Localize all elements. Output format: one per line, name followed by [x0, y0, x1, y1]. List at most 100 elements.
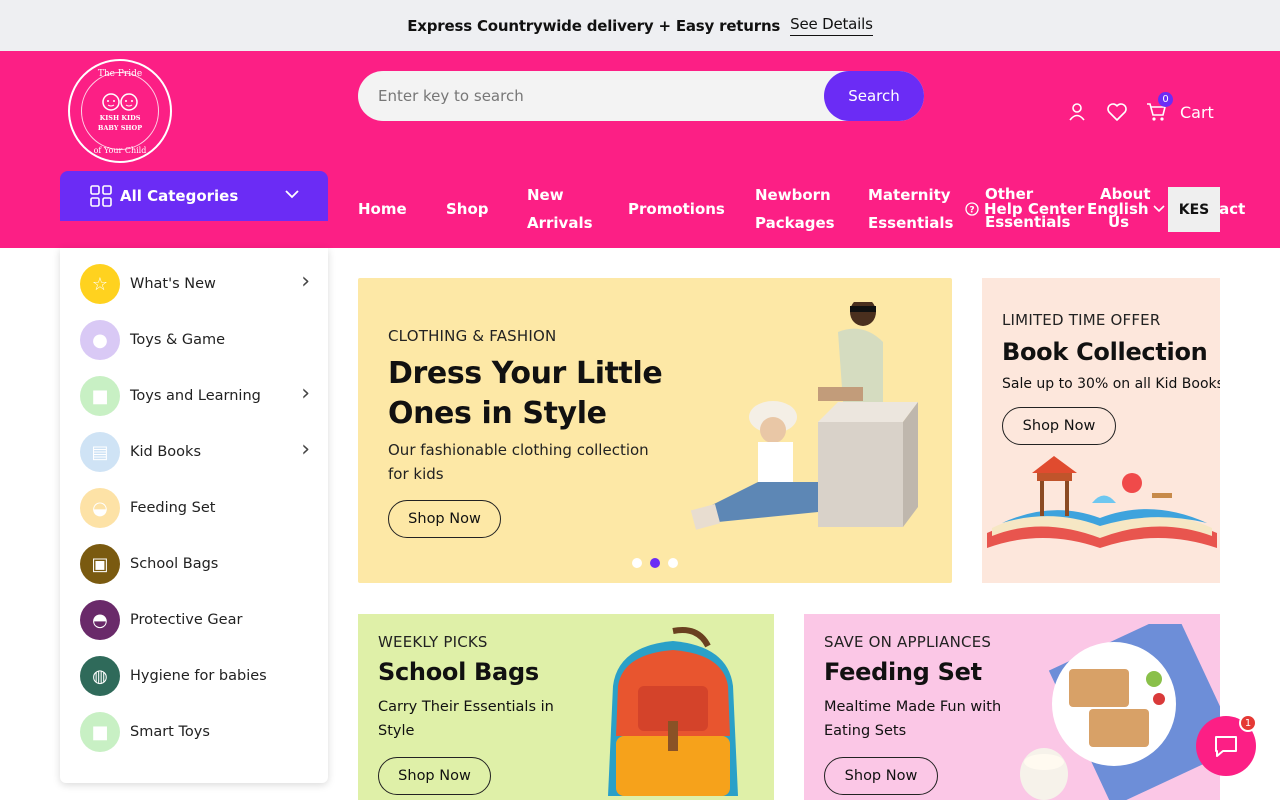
category-item[interactable]: ● Toys & Game [60, 312, 328, 368]
blocks-icon: ■ [80, 712, 120, 752]
nav-maternity-line-2: Essentials [868, 214, 954, 232]
cart-count-badge: 0 [1158, 92, 1173, 107]
chevron-down-icon [1152, 205, 1165, 213]
chat-unread-badge: 1 [1239, 714, 1257, 732]
blocks-icon: ■ [80, 376, 120, 416]
nav-newborn-line-1: Newborn [755, 186, 831, 204]
category-item[interactable]: ☆ What's New › [60, 256, 328, 312]
bath-icon: ◍ [80, 656, 120, 696]
store-logo[interactable]: The Pride KISH KIDS BABY SHOP of Your Ch… [68, 59, 172, 163]
category-item[interactable]: ◓ Protective Gear [60, 592, 328, 648]
grid-icon [90, 185, 112, 207]
bags-eyebrow: WEEKLY PICKS [378, 633, 488, 651]
feeding-desc-line-2: Eating Sets [824, 723, 907, 739]
baby-faces-icon [102, 93, 138, 111]
feeding-title: Feeding Set [824, 658, 982, 686]
slider-dot[interactable] [650, 558, 660, 568]
school-bags-banner[interactable]: WEEKLY PICKS School Bags Carry Their Ess… [358, 614, 774, 800]
category-label: Hygiene for babies [130, 668, 267, 684]
category-item[interactable]: ◍ Hygiene for babies [60, 648, 328, 704]
hero-desc-line-2: for kids [388, 465, 444, 483]
category-sidebar: ☆ What's New › ● Toys & Game ■ Toys and Learni… [60, 248, 328, 783]
search-button[interactable]: Search [824, 71, 924, 121]
wishlist-heart-icon[interactable] [1106, 101, 1128, 123]
chevron-right-icon: › [301, 381, 310, 406]
see-details-link[interactable]: See Details [790, 15, 873, 36]
slider-dot[interactable] [668, 558, 678, 568]
bags-title: School Bags [378, 658, 539, 686]
helmet-icon: ◓ [80, 600, 120, 640]
book-icon: ▤ [80, 432, 120, 472]
nav-new-arrivals-line-1: New [527, 186, 564, 204]
site-header: The Pride KISH KIDS BABY SHOP of Your Ch… [0, 51, 1280, 248]
chevron-right-icon: › [301, 437, 310, 462]
hero-title-line-1: Dress Your Little [388, 356, 663, 391]
category-label: School Bags [130, 556, 219, 572]
header-actions: 0 Cart [1066, 92, 1214, 127]
books-eyebrow: LIMITED TIME OFFER [1002, 311, 1161, 329]
hero-eyebrow: CLOTHING & FASHION [388, 327, 557, 345]
logo-brand-line-1: KISH KIDS [99, 114, 141, 122]
nav-promotions[interactable]: Promotions [628, 195, 725, 223]
star-icon: ☆ [80, 264, 120, 304]
bags-desc-line-1: Carry Their Essentials in [378, 699, 554, 715]
books-shop-now-button[interactable]: Shop Now [1002, 407, 1116, 445]
logo-brand-line-2: BABY SHOP [97, 124, 143, 132]
category-label: Toys and Learning [130, 388, 261, 404]
hero-description: Our fashionable clothing collection for … [388, 438, 649, 486]
chevron-down-icon [285, 190, 299, 199]
nav-home[interactable]: Home [358, 195, 407, 223]
feeding-set-banner[interactable]: SAVE ON APPLIANCES Feeding Set Mealtime … [804, 614, 1220, 800]
bags-desc-line-2: Style [378, 723, 415, 739]
language-selector[interactable]: English [1087, 195, 1166, 223]
feeding-eyebrow: SAVE ON APPLIANCES [824, 633, 992, 651]
category-label: Protective Gear [130, 612, 243, 628]
feeding-desc-line-1: Mealtime Made Fun with [824, 699, 1002, 715]
category-label: Smart Toys [130, 724, 210, 740]
backpack-icon: ▣ [80, 544, 120, 584]
category-item[interactable]: ■ Toys and Learning › [60, 368, 328, 424]
toy-icon: ● [80, 320, 120, 360]
all-categories-label: All Categories [120, 187, 239, 205]
nav-new-arrivals[interactable]: New Arrivals [527, 181, 593, 237]
category-item[interactable]: ◒ Feeding Set [60, 480, 328, 536]
nav-help-center[interactable]: ? Help Center [965, 195, 1084, 223]
announcement-bar: Express Countrywide delivery + Easy retu… [0, 0, 1280, 51]
bags-description: Carry Their Essentials in Style [378, 695, 554, 743]
nav-newborn-packages[interactable]: Newborn Packages [755, 181, 835, 237]
nav-maternity-line-1: Maternity [868, 186, 951, 204]
hero-shop-now-button[interactable]: Shop Now [388, 500, 501, 538]
slider-dot[interactable] [632, 558, 642, 568]
book-collection-banner[interactable]: LIMITED TIME OFFER Book Collection Sale … [982, 278, 1220, 583]
feeding-description: Mealtime Made Fun with Eating Sets [824, 695, 1001, 743]
logo-tagline-top: The Pride [97, 69, 143, 79]
category-item[interactable]: ■ Smart Toys [60, 704, 328, 760]
bags-shop-now-button[interactable]: Shop Now [378, 757, 491, 795]
hero-title: Dress Your Little Ones in Style [388, 354, 663, 434]
popup-book-illustration [987, 456, 1217, 548]
search-input[interactable] [358, 71, 828, 121]
help-circle-icon: ? [965, 202, 979, 216]
logo-tagline-bottom: of Your Child [93, 146, 147, 155]
currency-selector[interactable]: KES [1168, 187, 1220, 232]
cart-button[interactable]: 0 Cart [1146, 92, 1214, 122]
all-categories-button[interactable]: All Categories [60, 171, 328, 221]
chat-bubble-icon [1215, 736, 1237, 757]
logo-emblem: KISH KIDS BABY SHOP [81, 72, 159, 150]
nav-maternity-essentials[interactable]: Maternity Essentials [868, 181, 953, 237]
category-label: Kid Books [130, 444, 201, 460]
language-label: English [1087, 200, 1149, 218]
backpack-illustration [608, 627, 738, 796]
category-item[interactable]: ▣ School Bags [60, 536, 328, 592]
announcement-text: Express Countrywide delivery + Easy retu… [407, 16, 781, 35]
hero-banner[interactable]: CLOTHING & FASHION Dress Your Little One… [358, 278, 952, 583]
nav-shop[interactable]: Shop [446, 195, 489, 223]
nav-newborn-line-2: Packages [755, 214, 835, 232]
chevron-right-icon: › [301, 269, 310, 294]
account-icon[interactable] [1066, 101, 1088, 123]
feeding-shop-now-button[interactable]: Shop Now [824, 757, 938, 795]
category-item[interactable]: ▤ Kid Books › [60, 424, 328, 480]
category-label: Feeding Set [130, 500, 216, 516]
nav-new-arrivals-line-2: Arrivals [527, 214, 593, 232]
breakfast-plate-illustration [1020, 624, 1220, 800]
